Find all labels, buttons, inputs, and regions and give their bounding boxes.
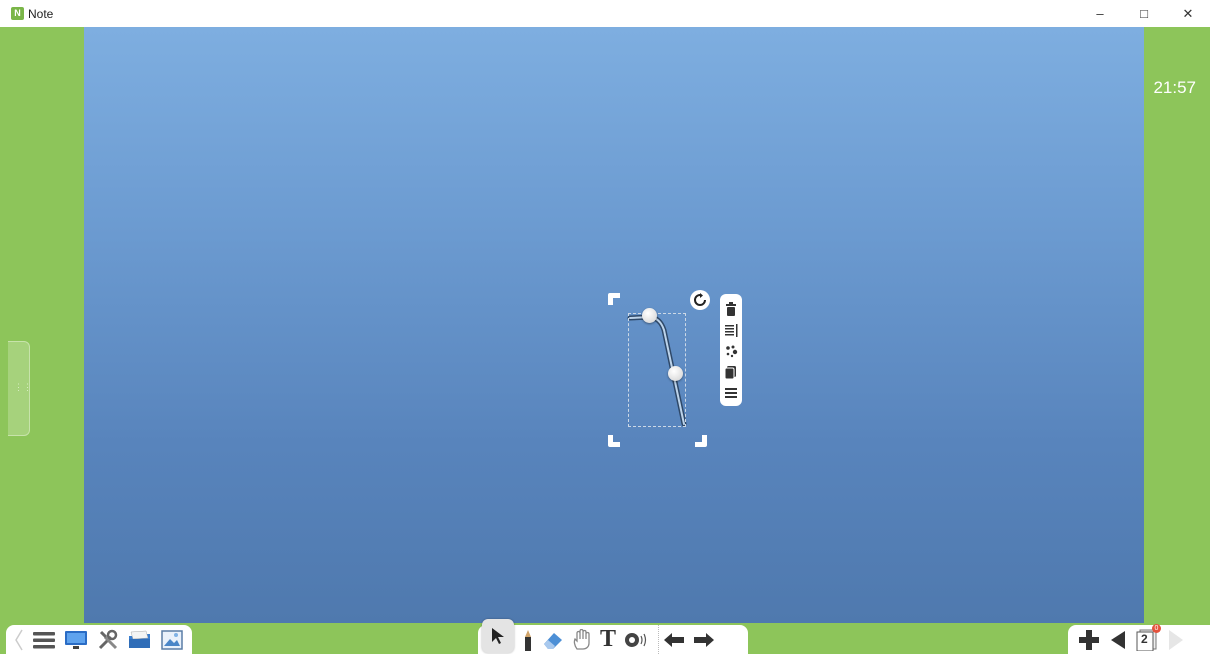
add-page-icon[interactable] xyxy=(1078,625,1100,654)
selection-context-menu xyxy=(720,294,742,406)
copy-icon[interactable] xyxy=(725,366,737,379)
text-tool[interactable]: T xyxy=(600,625,616,654)
delete-icon[interactable] xyxy=(725,302,737,316)
redo-icon[interactable] xyxy=(693,625,715,654)
align-icon[interactable] xyxy=(724,324,738,337)
stroke-control-handle[interactable] xyxy=(642,308,657,323)
stroke-control-handle[interactable] xyxy=(668,366,683,381)
select-pointer-icon[interactable] xyxy=(482,618,514,653)
menu-icon[interactable] xyxy=(33,625,55,654)
rotate-icon xyxy=(694,293,706,306)
resize-corner-bottom-right[interactable] xyxy=(694,434,708,448)
prev-arrow-icon[interactable] xyxy=(14,625,24,654)
resize-corner-bottom-left[interactable] xyxy=(607,434,621,448)
pen-icon[interactable] xyxy=(522,625,534,654)
prev-page-icon[interactable] xyxy=(1110,625,1126,654)
open-folder-icon[interactable] xyxy=(128,625,152,654)
main-toolbar: T xyxy=(478,618,748,654)
left-toolbar xyxy=(6,625,192,654)
more-menu-icon[interactable] xyxy=(725,387,737,398)
image-icon[interactable] xyxy=(161,625,183,654)
eraser-icon[interactable] xyxy=(542,625,564,654)
next-page-icon[interactable] xyxy=(1168,625,1184,654)
resize-corner-top-left[interactable] xyxy=(607,292,621,306)
hand-icon[interactable] xyxy=(572,625,592,654)
color-icon[interactable] xyxy=(725,345,738,358)
screen-icon[interactable] xyxy=(64,625,88,654)
text-icon: T xyxy=(600,626,617,652)
drawn-stroke[interactable] xyxy=(0,0,1210,654)
rotate-handle[interactable] xyxy=(690,290,710,310)
audio-icon[interactable] xyxy=(624,625,650,654)
tools-icon[interactable] xyxy=(97,625,119,654)
page-toolbar: 2 0 xyxy=(1068,624,1210,654)
undo-icon[interactable] xyxy=(658,625,685,654)
page-list-button[interactable]: 2 0 xyxy=(1136,624,1161,654)
page-badge: 0 xyxy=(1152,624,1161,633)
page-count: 2 xyxy=(1141,632,1148,646)
